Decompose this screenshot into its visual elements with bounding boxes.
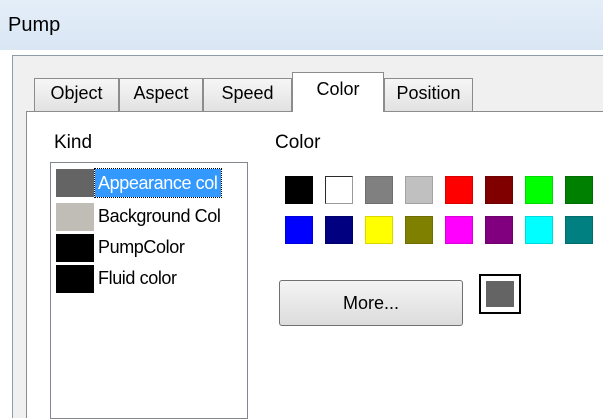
- kind-item-fluid-color[interactable]: Fluid color: [56, 265, 247, 293]
- tab-object[interactable]: Object: [34, 78, 119, 111]
- window-title: Pump: [8, 14, 61, 36]
- background-color-swatch: [56, 203, 94, 231]
- palette-swatch[interactable]: [405, 216, 433, 244]
- palette-swatch[interactable]: [365, 176, 393, 204]
- palette-swatch[interactable]: [485, 176, 513, 204]
- kind-label: Kind: [54, 132, 93, 153]
- kind-item-appearance[interactable]: Appearance col: [56, 168, 247, 198]
- palette-swatch[interactable]: [325, 216, 353, 244]
- kind-item-label: PumpColor: [98, 237, 185, 257]
- palette-swatch[interactable]: [445, 216, 473, 244]
- tab-color[interactable]: Color: [292, 72, 384, 112]
- palette-swatch[interactable]: [285, 216, 313, 244]
- kind-item-label: Appearance col: [94, 168, 222, 198]
- kind-item-background[interactable]: Background Col: [56, 203, 247, 231]
- kind-item-label: Fluid color: [98, 268, 177, 288]
- palette-swatch[interactable]: [525, 176, 553, 204]
- tab-position[interactable]: Position: [384, 78, 473, 111]
- fluid-color-swatch: [56, 265, 94, 293]
- current-color-swatch: [486, 281, 514, 307]
- palette-swatch[interactable]: [365, 216, 393, 244]
- palette-swatch[interactable]: [525, 216, 553, 244]
- palette-swatch[interactable]: [565, 176, 593, 204]
- kind-listbox[interactable]: Appearance col Background Col PumpColor …: [50, 162, 248, 419]
- appearance-color-swatch: [56, 169, 94, 197]
- kind-item-pumpcolor[interactable]: PumpColor: [56, 234, 247, 262]
- palette-swatch[interactable]: [325, 176, 353, 204]
- title-bar: Pump: [0, 0, 603, 50]
- palette-swatch[interactable]: [445, 176, 473, 204]
- tab-speed[interactable]: Speed: [203, 78, 292, 111]
- palette-swatch[interactable]: [405, 176, 433, 204]
- kind-item-label: Background Col: [98, 206, 221, 226]
- current-color-preview: [479, 274, 521, 314]
- palette-swatch[interactable]: [565, 216, 593, 244]
- color-label: Color: [275, 132, 321, 153]
- palette-swatch[interactable]: [285, 176, 313, 204]
- palette-swatch[interactable]: [485, 216, 513, 244]
- tab-aspect[interactable]: Aspect: [119, 78, 203, 111]
- pump-color-swatch: [56, 234, 94, 262]
- more-colors-button[interactable]: More...: [279, 280, 463, 326]
